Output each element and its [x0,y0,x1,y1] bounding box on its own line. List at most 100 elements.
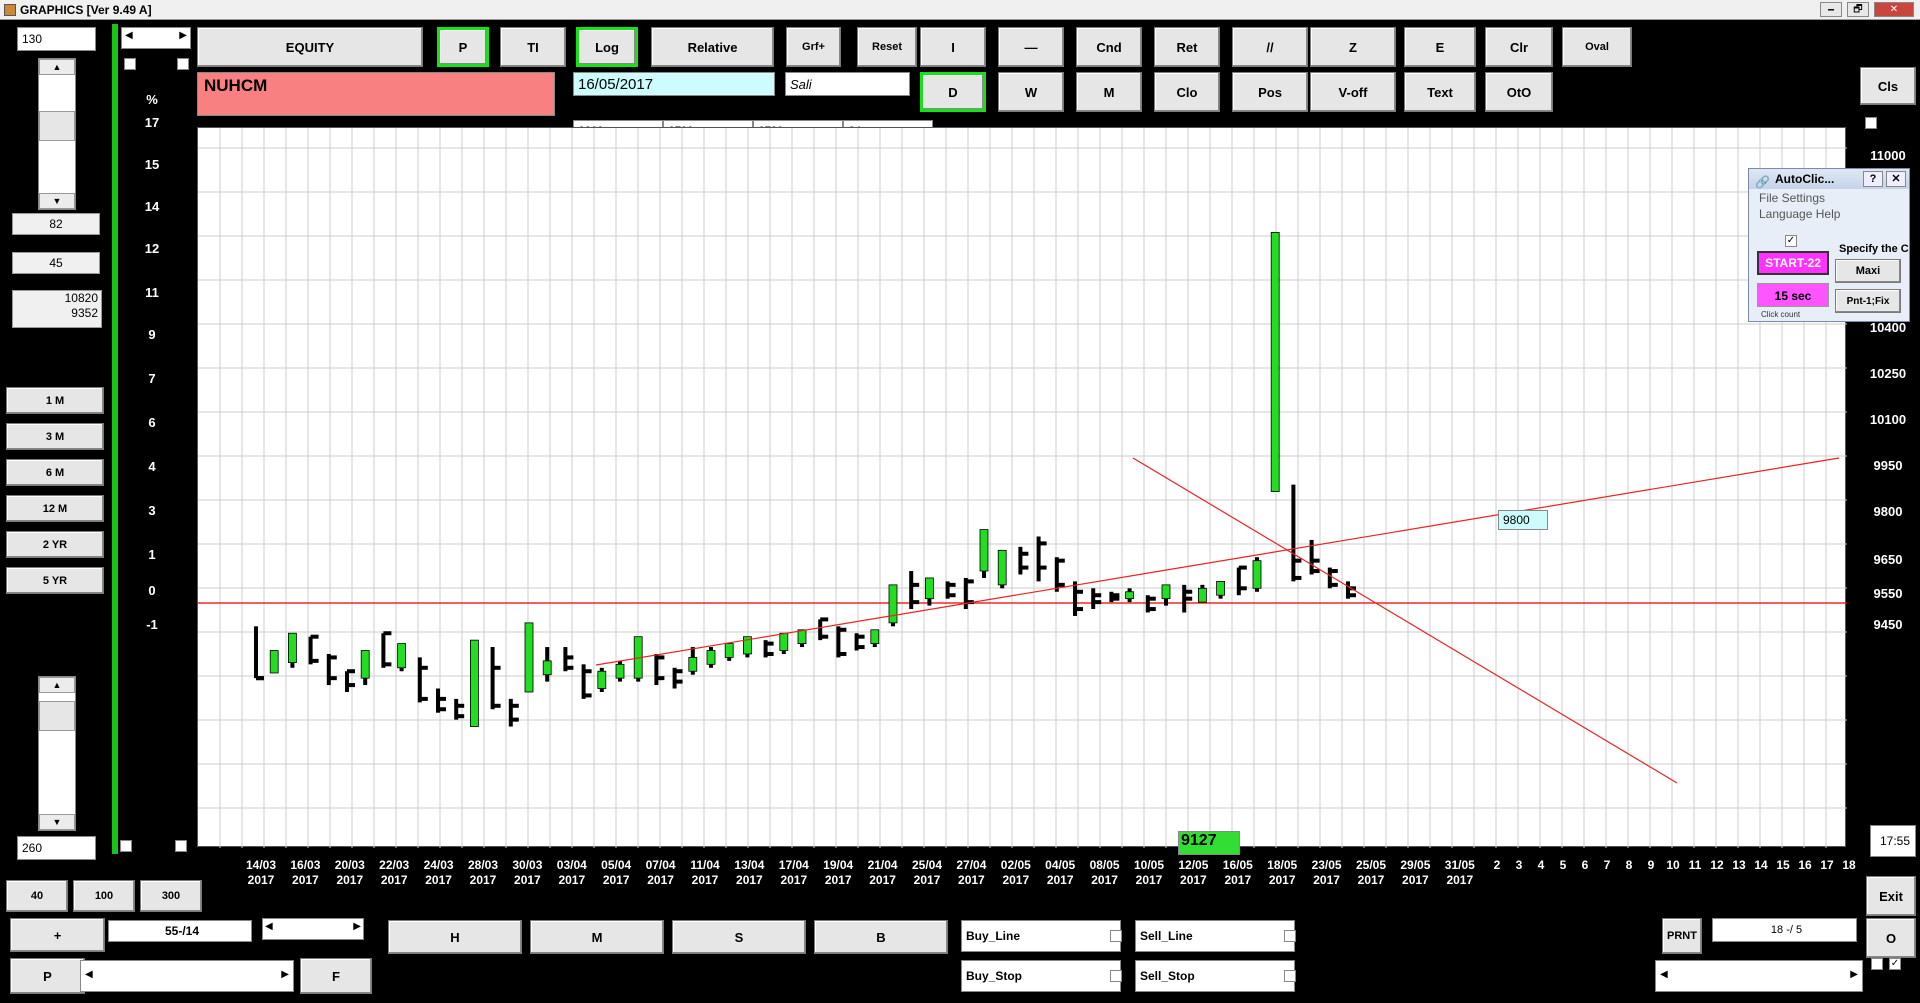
cls-button[interactable]: Cls [1860,67,1916,105]
checkbox[interactable] [124,58,136,70]
toolbar-text-button[interactable]: Text [1404,72,1476,112]
zoom-40-button[interactable]: 40 [6,880,68,912]
exit-button[interactable]: Exit [1866,876,1916,916]
period-12m-button[interactable]: 12 M [6,495,104,522]
scroll-left-icon[interactable]: ◀ [85,969,93,980]
toolbar-oval-button[interactable]: Oval [1562,27,1632,67]
start-button[interactable]: START-22 [1757,251,1829,275]
bottom-scrollbar[interactable]: ▲ ▼ [38,676,76,831]
period-3m-button[interactable]: 3 M [6,423,104,450]
toolbar-pos-button[interactable]: Pos [1232,72,1308,112]
toolbar-cnd-button[interactable]: Cnd [1076,27,1142,67]
bottom-b-button[interactable]: B [814,920,948,954]
sell-stop-field[interactable]: Sell_Stop [1135,960,1296,992]
scroll-right-icon[interactable]: ▶ [353,921,361,932]
toolbar-p-button[interactable]: P [437,27,489,67]
toolbar-clr-button[interactable]: Clr [1485,27,1553,67]
bottom-s-button[interactable]: S [672,920,806,954]
toolbar-d-button[interactable]: D [920,72,986,112]
top-scrollbar[interactable]: ▲ ▼ [38,58,76,210]
scroll-thumb[interactable] [39,701,75,731]
pnt-button[interactable]: Pnt-1;Fix [1835,289,1901,313]
autoclicker-menu2[interactable]: Language Help [1749,207,1909,221]
scroll-left-icon[interactable]: ◀ [265,921,273,932]
toolbar-m-button[interactable]: M [1076,72,1142,112]
checkbox[interactable] [1284,930,1296,942]
checkbox[interactable] [175,840,187,852]
scroll-left-icon[interactable]: ◀ [125,30,133,41]
scroll-thumb[interactable] [39,111,75,141]
note-field[interactable]: Sali [785,72,910,96]
close-button[interactable]: ✕ [1874,2,1914,17]
toolbar-reset-button[interactable]: Reset [857,27,917,67]
toolbar-log-button[interactable]: Log [576,27,638,67]
scroll-down-icon[interactable]: ▼ [39,193,75,209]
checkbox-checked[interactable]: ✓ [1889,958,1901,970]
toolbar-x-button[interactable]: — [998,27,1064,67]
h-scrollbar-top[interactable]: ◀ ▶ [262,918,364,940]
toolbar-equity-button[interactable]: EQUITY [197,27,423,67]
toolbar-z-button[interactable]: Z [1310,27,1396,67]
scroll-right-icon[interactable]: ▶ [1850,969,1858,980]
checkbox[interactable] [177,58,189,70]
autoclicker-window[interactable]: 🔗 AutoClic... ? ✕ File Settings Language… [1748,168,1910,322]
toolbar-relative-button[interactable]: Relative [651,27,774,67]
checkbox[interactable] [1110,930,1122,942]
bottom-value-field[interactable]: 260 [17,836,96,860]
symbol-field[interactable]: NUHCM [197,72,555,116]
toolbar-vxoff-button[interactable]: V-off [1310,72,1396,112]
maxi-button[interactable]: Maxi [1835,259,1901,283]
minimize-button[interactable]: 🗕 [1820,2,1842,17]
checkbox[interactable] [1284,970,1296,982]
top-nav-scrollbar[interactable]: ◀ ▶ [121,27,191,49]
chart-svg[interactable] [198,128,1847,848]
period-2yr-button[interactable]: 2 YR [6,531,104,558]
toolbar-clo-button[interactable]: Clo [1154,72,1220,112]
period-5yr-button[interactable]: 5 YR [6,567,104,594]
close-icon[interactable]: ✕ [1886,171,1906,187]
toolbar-ret-button[interactable]: Ret [1154,27,1220,67]
print-button[interactable]: PRNT [1662,918,1702,954]
toolbar-grf+-button[interactable]: Grf+ [786,27,841,67]
toolbar-w-button[interactable]: W [998,72,1064,112]
period-6m-button[interactable]: 6 M [6,459,104,486]
plus-button[interactable]: + [10,918,105,952]
f-button[interactable]: F [300,958,372,994]
top-value-field[interactable]: 130 [17,27,96,51]
scroll-right-icon[interactable]: ▶ [281,969,289,980]
price-chart[interactable] [197,127,1847,848]
buy-line-field[interactable]: Buy_Line [961,920,1122,952]
help-icon[interactable]: ? [1863,171,1883,187]
toolbar-ti-button[interactable]: TI [500,27,566,67]
scroll-up-icon[interactable]: ▲ [39,677,75,693]
bottom-h-button[interactable]: H [388,920,522,954]
o-button[interactable]: O [1866,918,1916,958]
buy-stop-field[interactable]: Buy_Stop [961,960,1122,992]
zoom-300-button[interactable]: 300 [140,880,202,912]
scroll-right-icon[interactable]: ▶ [179,30,187,41]
scroll-left-icon[interactable]: ◀ [1660,969,1668,980]
checkbox[interactable] [1110,970,1122,982]
p-button[interactable]: P [10,958,85,994]
toolbar-i-button[interactable]: I [920,27,986,67]
period-1m-button[interactable]: 1 M [6,387,104,414]
interval-display[interactable]: 15 sec [1757,283,1829,307]
bottom-m-button[interactable]: M [530,920,664,954]
scroll-down-icon[interactable]: ▼ [39,814,75,830]
toolbar-e-button[interactable]: E [1404,27,1476,67]
date-field[interactable]: 16/05/2017 [573,72,775,96]
sell-line-field[interactable]: Sell_Line [1135,920,1296,952]
autoclicker-menu1[interactable]: File Settings [1749,189,1909,207]
h-scrollbar-bottom[interactable]: ◀ ▶ [80,960,294,992]
toolbar-xx-button[interactable]: // [1232,27,1308,67]
toolbar-oto-button[interactable]: OtO [1485,72,1553,112]
zoom-100-button[interactable]: 100 [73,880,135,912]
checkbox-checked[interactable]: ✓ [1785,235,1797,247]
maximize-button[interactable]: 🗗 [1847,2,1869,17]
checkbox[interactable] [120,840,132,852]
scroll-up-icon[interactable]: ▲ [39,59,75,75]
checkbox[interactable] [1865,117,1877,129]
checkbox[interactable] [1871,958,1883,970]
autoclicker-titlebar[interactable]: 🔗 AutoClic... ? ✕ [1749,169,1909,189]
bottom-right-scrollbar[interactable]: ◀ ▶ [1655,960,1863,992]
